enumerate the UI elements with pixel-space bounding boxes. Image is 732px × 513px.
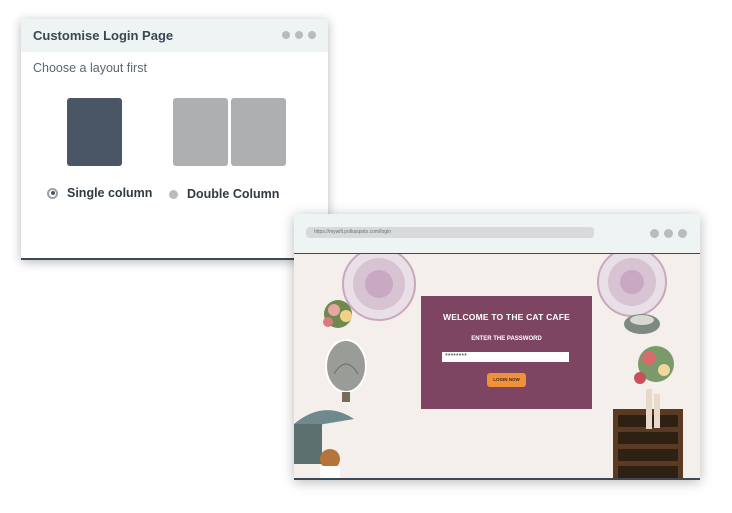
hot-air-balloon bbox=[325, 339, 367, 402]
cat-cup bbox=[320, 449, 340, 478]
flowers-left bbox=[323, 300, 352, 328]
double-column-radio[interactable] bbox=[169, 189, 178, 199]
window-controls bbox=[650, 229, 687, 238]
window-control-dot[interactable] bbox=[678, 229, 687, 238]
customise-login-window: Customise Login Page Choose a layout fir… bbox=[21, 19, 328, 260]
window-control-dot[interactable] bbox=[282, 31, 290, 39]
window-title: Customise Login Page bbox=[33, 28, 174, 43]
double-column-layout-thumbnail-left[interactable] bbox=[173, 98, 228, 166]
single-column-option[interactable]: Single column bbox=[47, 186, 152, 200]
double-column-layout-thumbnail-right[interactable] bbox=[231, 98, 286, 166]
layout-prompt: Choose a layout first bbox=[33, 61, 147, 75]
window-titlebar: Customise Login Page bbox=[21, 19, 328, 52]
teacup bbox=[624, 314, 660, 334]
flowers-right bbox=[634, 346, 674, 384]
password-input[interactable] bbox=[442, 352, 569, 362]
doily-left bbox=[342, 254, 416, 321]
window-control-dot[interactable] bbox=[650, 229, 659, 238]
browser-bar: https://mywifi.polkaspots.com/login bbox=[294, 214, 700, 254]
login-page-preview: WELCOME TO THE CAT CAFE ENTER THE PASSWO… bbox=[294, 254, 700, 478]
window-control-dot[interactable] bbox=[295, 31, 303, 39]
panel-title: WELCOME TO THE CAT CAFE bbox=[442, 312, 571, 322]
single-column-radio[interactable] bbox=[47, 187, 58, 199]
login-button[interactable]: LOGIN NOW bbox=[487, 373, 526, 387]
window-control-dot[interactable] bbox=[308, 31, 316, 39]
single-column-layout-thumbnail[interactable] bbox=[67, 98, 122, 166]
single-column-label: Single column bbox=[67, 186, 153, 200]
address-bar[interactable]: https://mywifi.polkaspots.com/login bbox=[306, 227, 594, 238]
window-controls bbox=[282, 31, 316, 39]
login-preview-window: https://mywifi.polkaspots.com/login WELC… bbox=[294, 214, 700, 480]
double-column-option[interactable]: Double Column bbox=[169, 187, 279, 201]
doily-right bbox=[597, 254, 667, 317]
password-label: ENTER THE PASSWORD bbox=[471, 336, 542, 342]
window-control-dot[interactable] bbox=[664, 229, 673, 238]
login-panel: WELCOME TO THE CAT CAFE ENTER THE PASSWO… bbox=[421, 296, 592, 409]
double-column-label: Double Column bbox=[187, 187, 280, 201]
